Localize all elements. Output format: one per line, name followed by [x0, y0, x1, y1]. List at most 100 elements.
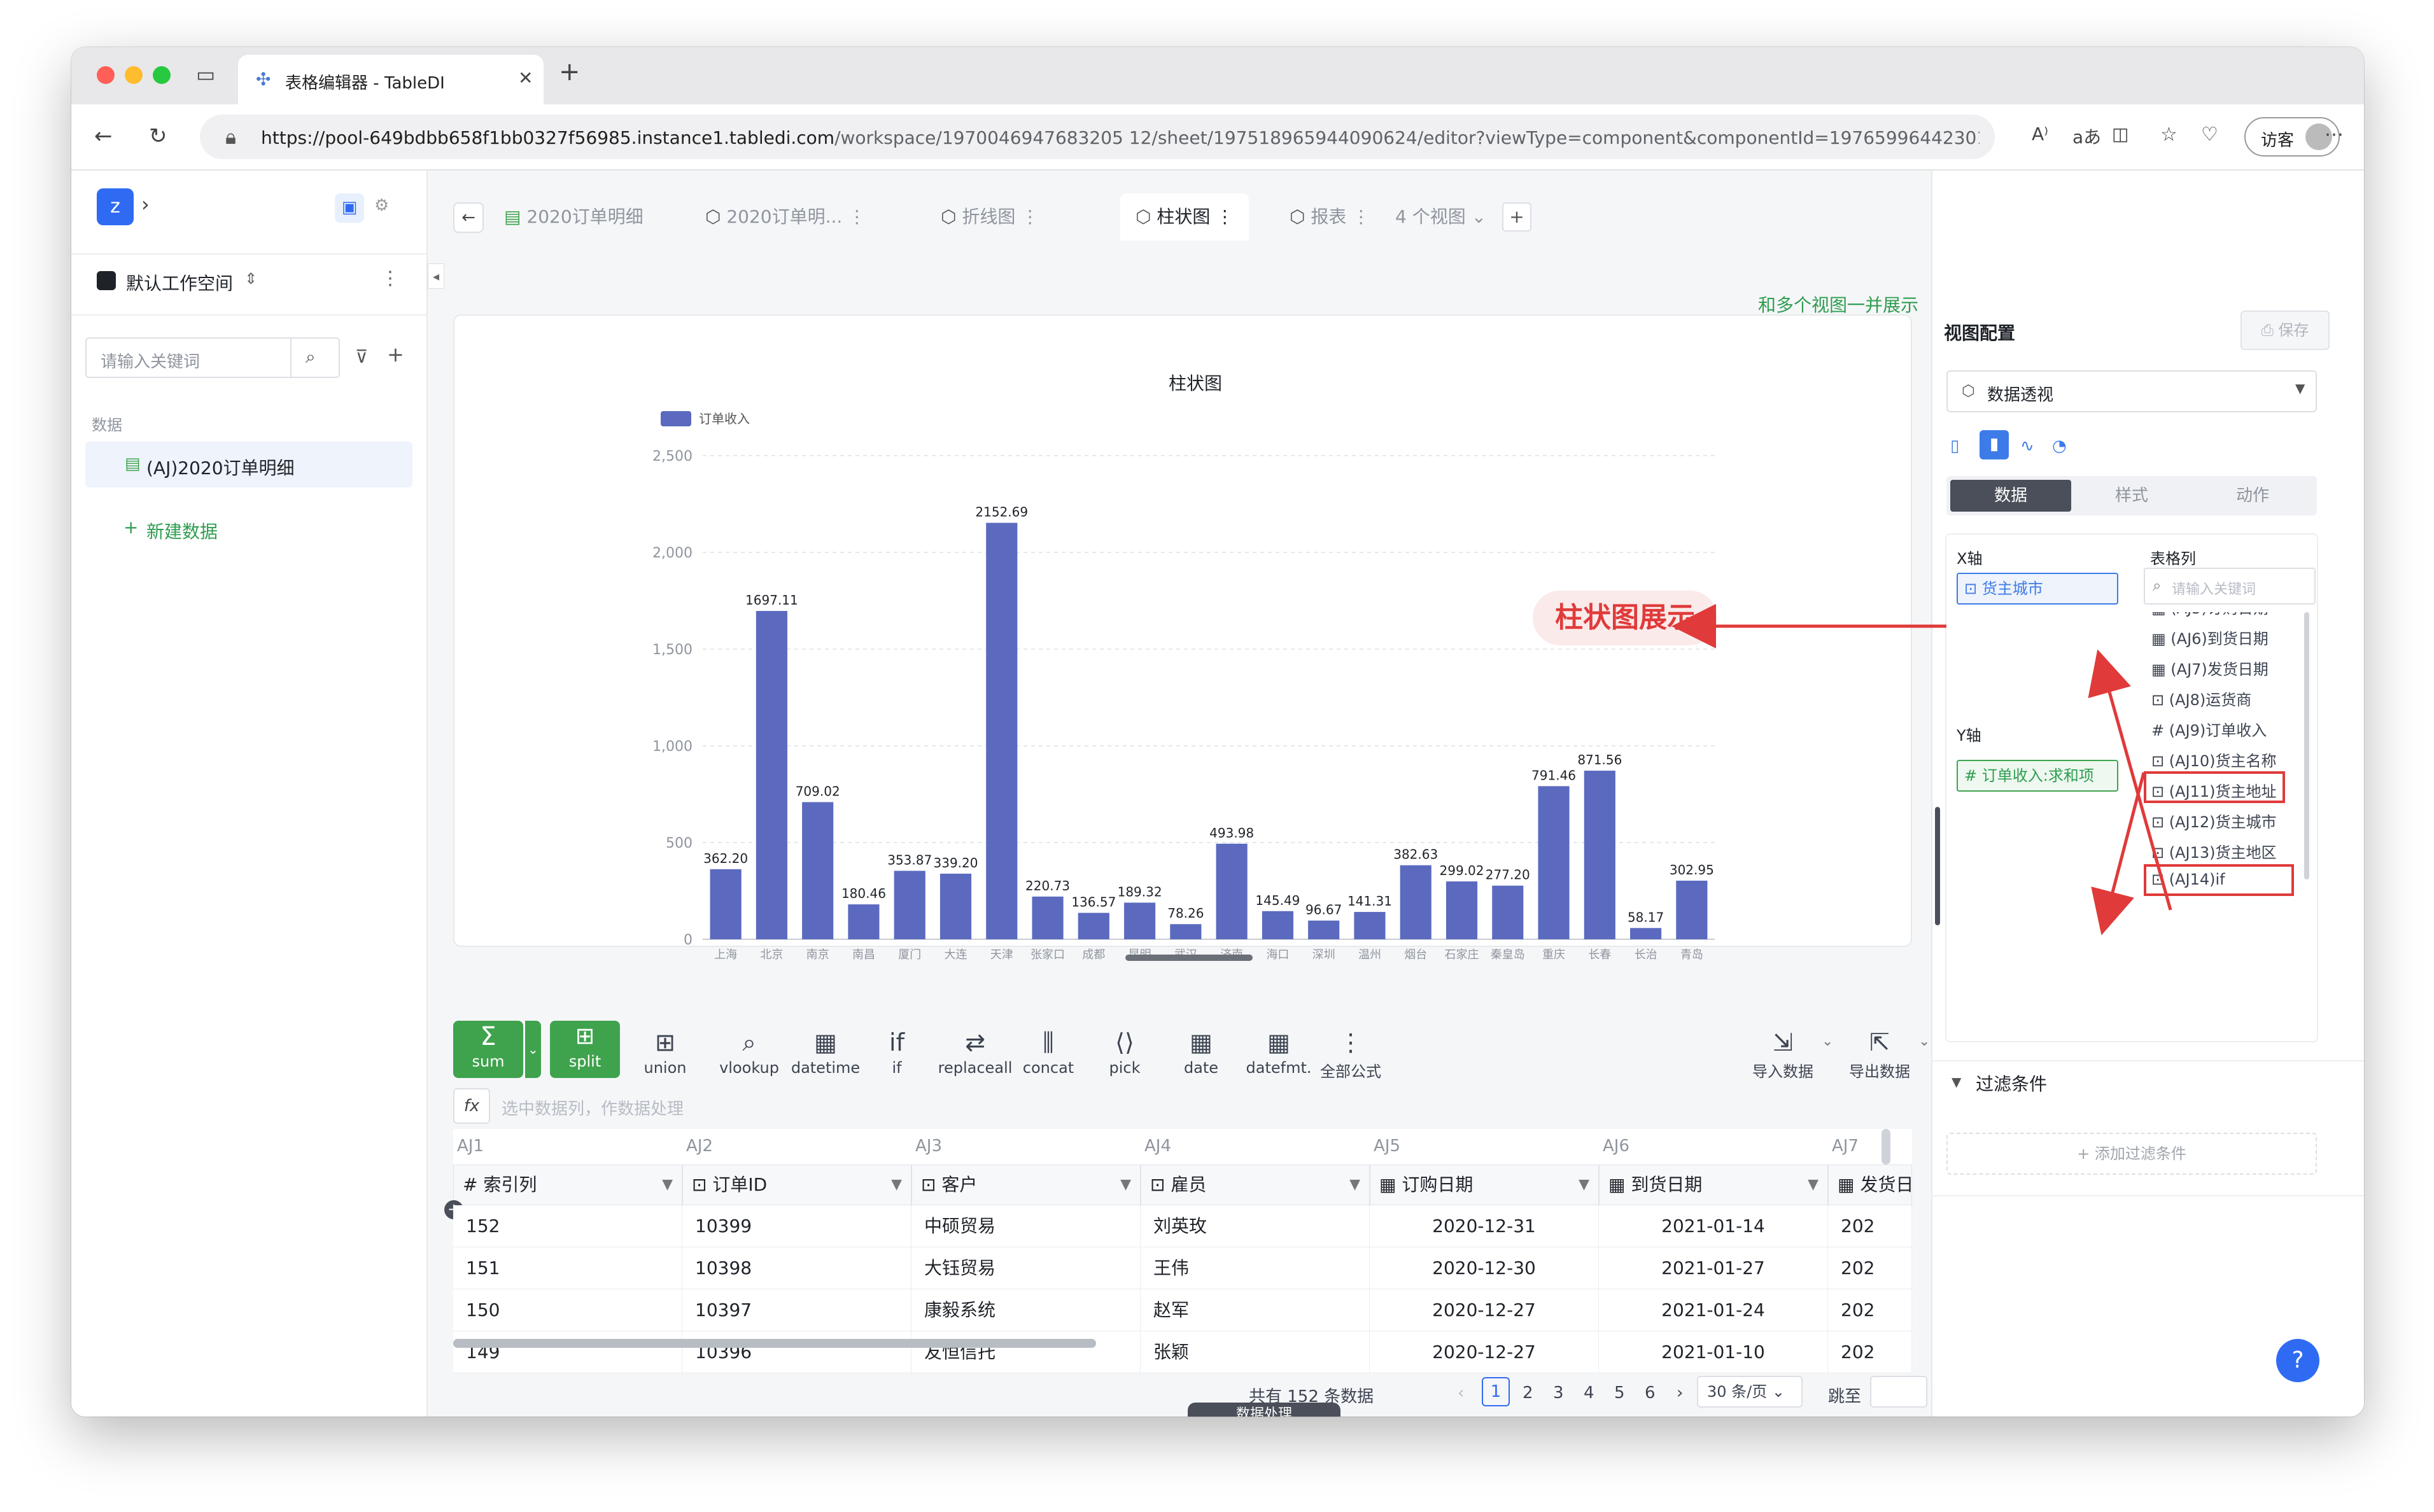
translate-icon[interactable]: aあ [2072, 123, 2101, 149]
table-cell[interactable]: 150 [453, 1289, 682, 1331]
table-cell[interactable]: 2021-01-24 [1599, 1289, 1828, 1331]
table-cell[interactable]: 赵军 [1141, 1289, 1370, 1331]
tab-action[interactable]: 动作 [2192, 480, 2313, 512]
bar-温州[interactable] [1354, 912, 1386, 939]
field-item[interactable]: ▦ (AJ7)发货日期 [2151, 657, 2269, 679]
bar-青岛[interactable] [1676, 880, 1708, 939]
if-button[interactable]: if if [862, 1028, 932, 1077]
table-cell[interactable]: 10396 [682, 1331, 911, 1373]
tab-line-chart[interactable]: ⬡ 折线图 ⋮ [925, 193, 1054, 241]
prev-page-icon[interactable]: ‹ [1458, 1383, 1464, 1403]
field-item[interactable]: ⊡ (AJ8)运货商 [2151, 687, 2251, 710]
page-button[interactable]: 4 [1584, 1383, 1594, 1403]
tab-report[interactable]: ⬡ 报表 ⋮ [1274, 193, 1385, 241]
table-cell[interactable]: 大钰贸易 [911, 1247, 1141, 1289]
horizontal-scrollbar[interactable] [1125, 955, 1253, 961]
bar-南京[interactable] [802, 802, 834, 939]
monitor-icon[interactable]: ▣ [335, 193, 364, 223]
table-cell[interactable]: 2021-01-14 [1599, 1205, 1828, 1247]
table-cell[interactable]: 2020-12-27 [1370, 1289, 1599, 1331]
add-view-button[interactable]: + [1502, 202, 1531, 232]
back-button[interactable]: ← [453, 202, 484, 233]
reload-icon[interactable]: ↻ [149, 123, 167, 149]
page-size-select[interactable]: 30 条/页 ⌄ [1697, 1376, 1803, 1408]
bar-chart-icon[interactable]: ▮ [1980, 430, 2009, 459]
tab-data[interactable]: 数据 [1950, 480, 2071, 512]
table-cell[interactable]: 10398 [682, 1247, 911, 1289]
bar-深圳[interactable] [1308, 920, 1340, 939]
table-cell[interactable]: 康毅系统 [911, 1289, 1141, 1331]
pick-button[interactable]: ⟨⟩ pick [1090, 1028, 1160, 1077]
bar-海口[interactable] [1262, 911, 1293, 939]
bar-石家庄[interactable] [1446, 881, 1478, 939]
close-window-icon[interactable] [97, 66, 115, 84]
table-cell[interactable]: 2020-12-30 [1370, 1247, 1599, 1289]
union-button[interactable]: ⊞ union [630, 1028, 700, 1077]
column-header-ship-date[interactable]: ▦ 发货日 [1828, 1165, 1912, 1205]
table-cell[interactable]: 2021-01-27 [1599, 1247, 1828, 1289]
column-header-index[interactable]: # 索引列 ▼ [453, 1165, 682, 1205]
filter-section-label[interactable]: 过滤条件 [1976, 1070, 2047, 1096]
browser-tab[interactable]: ✣ 表格编辑器 - TableDI ✕ [238, 55, 544, 104]
page-button[interactable]: 2 [1523, 1383, 1533, 1403]
workspace-avatar[interactable]: z [97, 188, 134, 225]
sidebar-toggle-icon[interactable]: ▭ [196, 62, 215, 87]
sum-dropdown-icon[interactable]: ⌄ [524, 1021, 541, 1078]
all-formulas-button[interactable]: ⋮ 全部公式 [1312, 1028, 1389, 1081]
bar-大连[interactable] [939, 873, 972, 939]
field-item[interactable]: ⊡ (AJ13)货主地区 [2151, 840, 2277, 862]
bar-北京[interactable] [756, 611, 787, 939]
minimize-window-icon[interactable] [125, 66, 143, 84]
pie-chart-icon[interactable]: ◔ [2052, 437, 2067, 456]
table-cell[interactable]: 王伟 [1141, 1247, 1370, 1289]
bar-济南[interactable] [1216, 843, 1248, 939]
export-data-button[interactable]: ⇱ 导出数据 [1838, 1028, 1921, 1081]
page-button[interactable]: 5 [1614, 1383, 1625, 1403]
read-aloud-icon[interactable]: A⁾ [2032, 123, 2048, 144]
bar-长治[interactable] [1630, 928, 1662, 939]
address-bar[interactable]: 🔒︎ https://pool-649bdbb658f1bb0327f56985… [200, 115, 1995, 159]
table-cell[interactable]: 友恒信托 [911, 1331, 1141, 1373]
tab-style[interactable]: 样式 [2071, 480, 2192, 512]
new-data-link[interactable]: 新建数据 [146, 518, 218, 543]
bar-上海[interactable] [710, 869, 742, 939]
browser-essentials-icon[interactable]: ♡ [2201, 123, 2218, 146]
column-header-customer[interactable]: ⊡ 客户 ▼ [911, 1165, 1141, 1205]
column-header-order-date[interactable]: ▦ 订购日期 ▼ [1370, 1165, 1599, 1205]
column-header-order-id[interactable]: ⊡ 订单ID ▼ [682, 1165, 911, 1205]
column-header-arrival-date[interactable]: ▦ 到货日期 ▼ [1599, 1165, 1828, 1205]
bar-成都[interactable] [1078, 913, 1109, 939]
bar-张家口[interactable] [1032, 896, 1064, 939]
save-button[interactable]: ⎙ 保存 [2241, 311, 2330, 350]
table-cell[interactable]: 152 [453, 1205, 682, 1247]
bar-秦皇岛[interactable] [1492, 885, 1524, 939]
import-data-button[interactable]: ⇲ 导入数据 [1741, 1028, 1824, 1081]
chevron-updown-icon[interactable]: ⇕ [244, 270, 257, 288]
bar-烟台[interactable] [1400, 865, 1432, 939]
tab-views-dropdown[interactable]: 4 个视图 ⌄ [1380, 193, 1502, 241]
filter-icon[interactable]: ⊽ [355, 346, 369, 367]
collapse-sidebar-icon[interactable]: ◂ [428, 263, 444, 289]
table-cell[interactable]: 中硕贸易 [911, 1205, 1141, 1247]
add-icon[interactable]: + [387, 342, 404, 367]
column-header-employee[interactable]: ⊡ 雇员 ▼ [1141, 1165, 1370, 1205]
field-item[interactable]: # (AJ9)订单收入 [2151, 718, 2267, 740]
tab-2020-orders[interactable]: ▤ 2020订单明细 [489, 193, 659, 241]
caret-down-icon[interactable]: ▼ [1952, 1074, 1961, 1089]
concat-button[interactable]: ⫼ concat [1013, 1028, 1083, 1077]
bar-重庆[interactable] [1538, 786, 1570, 939]
table-view-icon[interactable]: ▯ [1950, 437, 1959, 456]
next-page-icon[interactable]: › [1677, 1383, 1683, 1403]
vertical-scrollbar[interactable] [1882, 1129, 1890, 1165]
panel-resize-handle[interactable] [1935, 807, 1940, 925]
line-chart-icon[interactable]: ∿ [2020, 437, 2034, 456]
sidebar-item-2020-orders[interactable]: ▤ (AJ)2020订单明细 [85, 442, 412, 487]
table-cell[interactable]: 149 [453, 1331, 682, 1373]
bar-昆明[interactable] [1124, 902, 1156, 939]
legend-label[interactable]: 订单收入 [699, 411, 750, 426]
table-cell[interactable]: 202 [1828, 1289, 1912, 1331]
tab-bar-chart[interactable]: ⬡ 柱状图 ⋮ [1120, 193, 1249, 241]
bar-厦门[interactable] [894, 871, 925, 939]
maximize-window-icon[interactable] [153, 66, 171, 84]
search-icon[interactable]: ⌕ [306, 346, 316, 368]
